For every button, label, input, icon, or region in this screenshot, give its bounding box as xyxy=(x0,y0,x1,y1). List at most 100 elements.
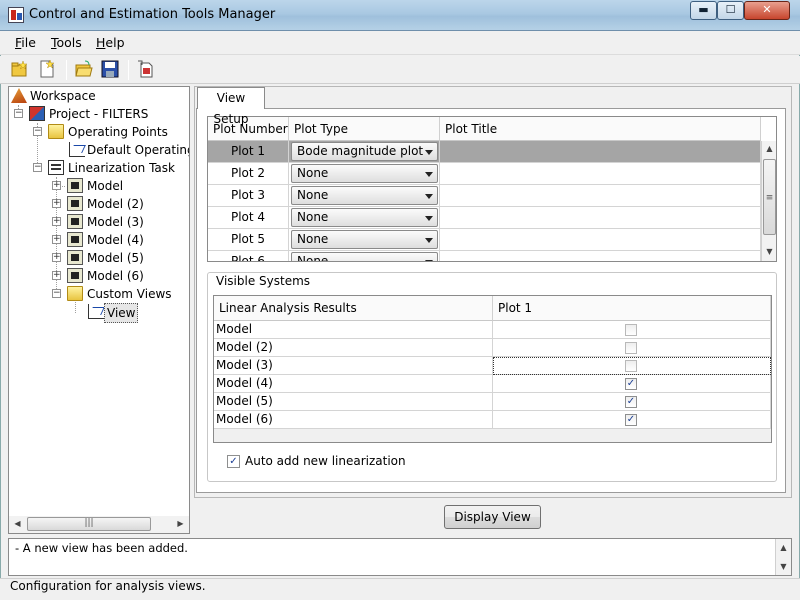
scroll-down-icon[interactable]: ▼ xyxy=(776,559,791,574)
visibility-cell-focused xyxy=(493,357,771,375)
scroll-up-icon[interactable]: ▲ xyxy=(762,141,776,157)
open-icon[interactable] xyxy=(75,60,93,78)
tree-item-project[interactable]: − Project - FILTERS xyxy=(9,105,189,123)
tab-view-setup[interactable]: View Setup xyxy=(197,87,265,126)
scroll-up-icon[interactable]: ▲ xyxy=(776,540,791,555)
close-button[interactable]: ✕ xyxy=(744,1,790,20)
system-name-cell: Model (3) xyxy=(214,357,493,375)
plot-table-vertical-scrollbar[interactable]: ▲ ≡ ▼ xyxy=(761,141,776,261)
table-row[interactable]: Model (3) xyxy=(214,357,771,375)
expand-toggle[interactable]: + xyxy=(52,181,61,190)
tree-item-model-4[interactable]: + Model (4) xyxy=(9,231,189,249)
model-icon xyxy=(67,232,83,247)
export-icon[interactable] xyxy=(137,60,155,78)
plot-type-dropdown[interactable]: None xyxy=(291,252,438,261)
table-row[interactable]: Model (6) ✓ xyxy=(214,411,771,429)
menu-help[interactable]: Help xyxy=(96,35,125,50)
visibility-cell: ✓ xyxy=(493,375,771,393)
folder-open-icon xyxy=(67,286,83,301)
plot-type-cell: None xyxy=(289,251,440,261)
collapse-toggle[interactable]: − xyxy=(33,163,42,172)
tree-label: Model (4) xyxy=(87,233,144,247)
expand-toggle[interactable]: + xyxy=(52,217,61,226)
tree-item-operating-points[interactable]: − Operating Points xyxy=(9,123,189,141)
visibility-checkbox[interactable] xyxy=(625,342,637,354)
visibility-cell: ✓ xyxy=(493,393,771,411)
plot-title-cell[interactable] xyxy=(440,207,761,229)
plot-type-dropdown[interactable]: None xyxy=(291,186,438,205)
project-tree[interactable]: Workspace − Project - FILTERS − Operatin… xyxy=(8,86,190,534)
plot-type-dropdown[interactable]: None xyxy=(291,208,438,227)
scroll-thumb[interactable]: ||| xyxy=(27,517,151,531)
maximize-button[interactable]: ☐ xyxy=(717,1,744,20)
plot-title-cell[interactable] xyxy=(440,229,761,251)
column-header-linear-analysis-results[interactable]: Linear Analysis Results xyxy=(214,296,493,321)
expand-toggle[interactable]: + xyxy=(52,235,61,244)
plot-type-dropdown[interactable]: None xyxy=(291,164,438,183)
save-icon[interactable] xyxy=(101,60,119,78)
plot-type-dropdown[interactable]: Bode magnitude plot xyxy=(291,142,438,161)
column-header-plot-type[interactable]: Plot Type xyxy=(289,117,440,141)
tree-item-model-3[interactable]: + Model (3) xyxy=(9,213,189,231)
tree-horizontal-scrollbar[interactable]: ◀ ||| ▶ xyxy=(8,516,190,534)
visibility-checkbox[interactable]: ✓ xyxy=(625,414,637,426)
table-row[interactable]: Plot 5 None xyxy=(208,229,761,251)
visibility-checkbox[interactable]: ✓ xyxy=(625,396,637,408)
expand-toggle[interactable]: + xyxy=(52,253,61,262)
visibility-checkbox[interactable]: ✓ xyxy=(625,378,637,390)
collapse-toggle[interactable]: − xyxy=(14,109,23,118)
plot-title-cell[interactable] xyxy=(440,163,761,185)
scroll-thumb[interactable]: ≡ xyxy=(763,159,776,235)
system-name-cell: Model (2) xyxy=(214,339,493,357)
table-row[interactable]: Plot 4 None xyxy=(208,207,761,229)
tree-label: Model xyxy=(87,179,124,193)
tree-item-default-operating[interactable]: Default Operating P xyxy=(9,141,189,159)
plot-table[interactable]: Plot Number Plot Type Plot Title Plot 1 … xyxy=(207,116,777,262)
plot-type-dropdown[interactable]: None xyxy=(291,230,438,249)
visible-systems-table[interactable]: Linear Analysis Results Plot 1 Model Mod… xyxy=(213,295,772,443)
message-vertical-scrollbar[interactable]: ▲ ▼ xyxy=(775,539,791,575)
table-row[interactable]: Plot 3 None xyxy=(208,185,761,207)
minimize-button[interactable]: ▬ xyxy=(690,1,717,20)
visibility-cell xyxy=(493,339,771,357)
plot-title-cell[interactable] xyxy=(440,141,761,163)
collapse-toggle[interactable]: − xyxy=(52,289,61,298)
table-row[interactable]: Plot 2 None xyxy=(208,163,761,185)
scroll-down-icon[interactable]: ▼ xyxy=(762,244,776,260)
menu-tools[interactable]: Tools xyxy=(51,35,82,50)
tree-item-model-2[interactable]: + Model (2) xyxy=(9,195,189,213)
collapse-toggle[interactable]: − xyxy=(33,127,42,136)
toolbar-separator-2 xyxy=(128,60,129,80)
tree-label: Model (2) xyxy=(87,197,144,211)
tree-item-custom-views[interactable]: − Custom Views xyxy=(9,285,189,303)
plot-title-cell[interactable] xyxy=(440,251,761,261)
column-header-plot-1[interactable]: Plot 1 xyxy=(493,296,771,321)
scroll-left-icon[interactable]: ◀ xyxy=(9,516,26,532)
tree-item-model-6[interactable]: + Model (6) xyxy=(9,267,189,285)
menu-file[interactable]: File xyxy=(15,35,36,50)
new-project-icon[interactable] xyxy=(11,60,29,78)
expand-toggle[interactable]: + xyxy=(52,271,61,280)
tree-item-view[interactable]: View xyxy=(9,303,189,323)
tree-item-linearization-task[interactable]: − Linearization Task xyxy=(9,159,189,177)
visibility-checkbox[interactable] xyxy=(625,324,637,336)
new-task-icon[interactable] xyxy=(38,59,56,78)
table-row[interactable]: Model (2) xyxy=(214,339,771,357)
column-header-plot-title[interactable]: Plot Title xyxy=(440,117,761,141)
visibility-checkbox[interactable] xyxy=(625,360,637,372)
table-row[interactable]: Plot 6 None xyxy=(208,251,761,261)
table-row[interactable]: Model xyxy=(214,321,771,339)
table-row[interactable]: Model (4) ✓ xyxy=(214,375,771,393)
table-row[interactable]: Model (5) ✓ xyxy=(214,393,771,411)
tree-item-model-5[interactable]: + Model (5) xyxy=(9,249,189,267)
plot-title-cell[interactable] xyxy=(440,185,761,207)
model-icon xyxy=(67,268,83,283)
scroll-right-icon[interactable]: ▶ xyxy=(172,516,189,532)
table-row[interactable]: Plot 1 Bode magnitude plot xyxy=(208,141,761,163)
display-view-button[interactable]: Display View xyxy=(444,505,541,529)
auto-add-label[interactable]: Auto add new linearization xyxy=(245,454,406,468)
system-name-cell: Model xyxy=(214,321,493,339)
tree-item-model[interactable]: + Model xyxy=(9,177,189,195)
auto-add-checkbox[interactable]: ✓ xyxy=(227,455,240,468)
expand-toggle[interactable]: + xyxy=(52,199,61,208)
